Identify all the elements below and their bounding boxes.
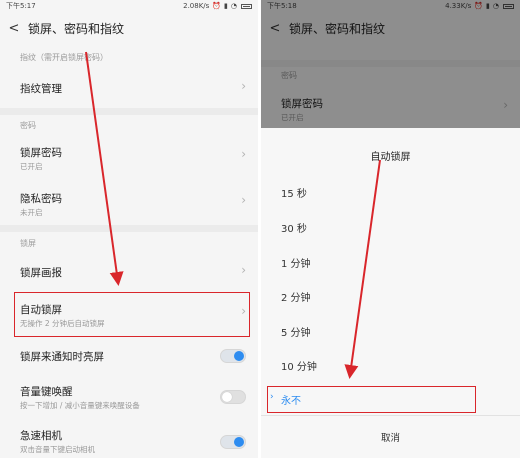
cancel-button[interactable]: 取消 (261, 430, 520, 444)
notify-wake-toggle[interactable] (220, 349, 246, 363)
status-time: 下午5:17 (6, 2, 36, 10)
divider (0, 108, 258, 115)
highlight-box (267, 386, 476, 413)
privacy-password-item[interactable]: 隐私密码 未开启 › (0, 180, 258, 224)
fingerprint-manage-label: 指纹管理 (20, 83, 62, 95)
quick-camera-toggle[interactable] (220, 435, 246, 449)
option-15s[interactable]: 15 秒 (281, 185, 307, 200)
lock-password-label: 锁屏密码 (20, 147, 62, 159)
notify-wake-item: 锁屏来通知时亮屏 (0, 340, 258, 374)
chevron-right-icon: › (241, 79, 246, 93)
fingerprint-manage-item[interactable]: 指纹管理 › (0, 66, 258, 110)
lock-poster-label: 锁屏画报 (20, 267, 62, 279)
battery-icon (241, 3, 252, 9)
option-30s[interactable]: 30 秒 (281, 220, 307, 235)
quick-camera-label: 急速相机 (20, 430, 62, 442)
option-2min[interactable]: 2 分钟 (281, 289, 311, 304)
option-10min[interactable]: 10 分钟 (281, 358, 317, 373)
password-section-label: 密码 (20, 121, 36, 130)
back-icon[interactable]: < (2, 21, 26, 36)
left-screen: 下午5:17 2.08K/s ⏰ ▮ ◔ < 锁屏、密码和指纹 指纹（需开启锁屏… (0, 0, 258, 458)
page-title: 锁屏、密码和指纹 (28, 21, 125, 36)
title-bar: < 锁屏、密码和指纹 (0, 12, 258, 44)
wifi-icon: ◔ (230, 2, 237, 10)
lock-password-status: 已开启 (20, 162, 43, 171)
privacy-password-status: 未开启 (20, 208, 43, 217)
quick-camera-item: 急速相机 双击音量下键启动相机 (0, 424, 258, 458)
highlight-box (14, 292, 250, 337)
volume-wake-desc: 按一下增加 / 减小音量键来唤醒设备 (20, 401, 140, 410)
divider (0, 225, 258, 232)
dialog-title: 自动锁屏 (370, 152, 411, 163)
lock-poster-item[interactable]: 锁屏画报 › (0, 252, 258, 292)
volume-wake-label: 音量键唤醒 (20, 386, 73, 398)
notify-wake-label: 锁屏来通知时亮屏 (20, 351, 104, 363)
chevron-right-icon: › (241, 193, 246, 207)
chevron-right-icon: › (241, 263, 246, 277)
option-5min[interactable]: 5 分钟 (281, 324, 311, 339)
dialog-divider (261, 415, 520, 416)
fingerprint-section-label: 指纹（需开启锁屏密码） (20, 53, 108, 62)
alarm-icon: ⏰ (212, 2, 222, 10)
privacy-password-label: 隐私密码 (20, 193, 62, 205)
chevron-right-icon: › (241, 147, 246, 161)
status-bar: 下午5:17 2.08K/s ⏰ ▮ ◔ (0, 0, 258, 12)
signal-icon: ▮ (224, 2, 228, 10)
option-1min[interactable]: 1 分钟 (281, 255, 311, 270)
right-screen: 下午5:18 4.33K/s ⏰ ▮ ◔ < 锁屏、密码和指纹 密码 锁屏密码 … (261, 0, 520, 458)
lockscreen-section-label: 锁屏 (20, 239, 36, 248)
volume-wake-item: 音量键唤醒 按一下增加 / 减小音量键来唤醒设备 (0, 378, 258, 422)
lock-password-item[interactable]: 锁屏密码 已开启 › (0, 134, 258, 178)
volume-wake-toggle[interactable] (220, 390, 246, 404)
quick-camera-desc: 双击音量下键启动相机 (20, 445, 95, 454)
network-speed: 2.08K/s (183, 2, 210, 10)
